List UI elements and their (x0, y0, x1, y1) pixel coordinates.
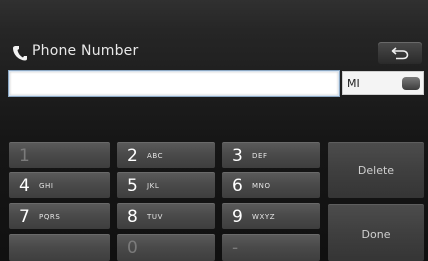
key-4[interactable]: 4 GHI (9, 172, 110, 198)
key-letters: PQRS (39, 213, 61, 221)
key-6[interactable]: 6 MNO (222, 172, 320, 198)
key-digit: 5 (127, 176, 138, 196)
key-digit: 1 (19, 146, 30, 166)
key-9[interactable]: 9 WXYZ (222, 203, 320, 229)
key-letters: WXYZ (252, 213, 276, 221)
key-digit: 7 (19, 207, 30, 227)
phone-number-input[interactable] (9, 71, 339, 96)
key-digit: 3 (232, 146, 243, 166)
key-letters: JKL (147, 182, 160, 190)
back-arrow-icon (391, 47, 409, 60)
key-digit: 0 (127, 238, 138, 258)
back-button[interactable] (378, 42, 422, 64)
key-digit: 4 (19, 176, 30, 196)
key-letters: TUV (147, 213, 163, 221)
key-digit: 2 (127, 146, 138, 166)
key-dash[interactable]: - (222, 234, 320, 261)
key-2[interactable]: 2 ABC (117, 142, 215, 168)
done-label: Done (361, 228, 391, 241)
key-0[interactable]: 0 (117, 234, 215, 261)
key-digit: 6 (232, 176, 243, 196)
key-letters: DEF (252, 152, 268, 160)
key-1[interactable]: 1 (9, 142, 110, 168)
page-title: Phone Number (32, 43, 139, 59)
key-digit: - (232, 238, 239, 258)
number-type-value: MI (347, 77, 360, 90)
phone-handset-icon (13, 46, 27, 61)
key-blank[interactable] (9, 234, 110, 261)
done-button[interactable]: Done (328, 204, 424, 261)
key-3[interactable]: 3 DEF (222, 142, 320, 168)
delete-button[interactable]: Delete (328, 142, 424, 198)
title-bar: Phone Number (0, 38, 428, 66)
key-digit: 9 (232, 207, 243, 227)
number-type-selector[interactable]: MI (342, 71, 424, 95)
key-letters: MNO (252, 182, 271, 190)
key-5[interactable]: 5 JKL (117, 172, 215, 198)
key-digit: 8 (127, 207, 138, 227)
toggle-button-icon[interactable] (402, 77, 420, 90)
phone-number-screen: Phone Number MI 1 2 ABC 3 DEF 4 GHI 5 JK… (0, 0, 428, 261)
key-letters: ABC (147, 152, 164, 160)
key-7[interactable]: 7 PQRS (9, 203, 110, 229)
delete-label: Delete (357, 164, 395, 177)
key-letters: GHI (39, 182, 54, 190)
key-8[interactable]: 8 TUV (117, 203, 215, 229)
